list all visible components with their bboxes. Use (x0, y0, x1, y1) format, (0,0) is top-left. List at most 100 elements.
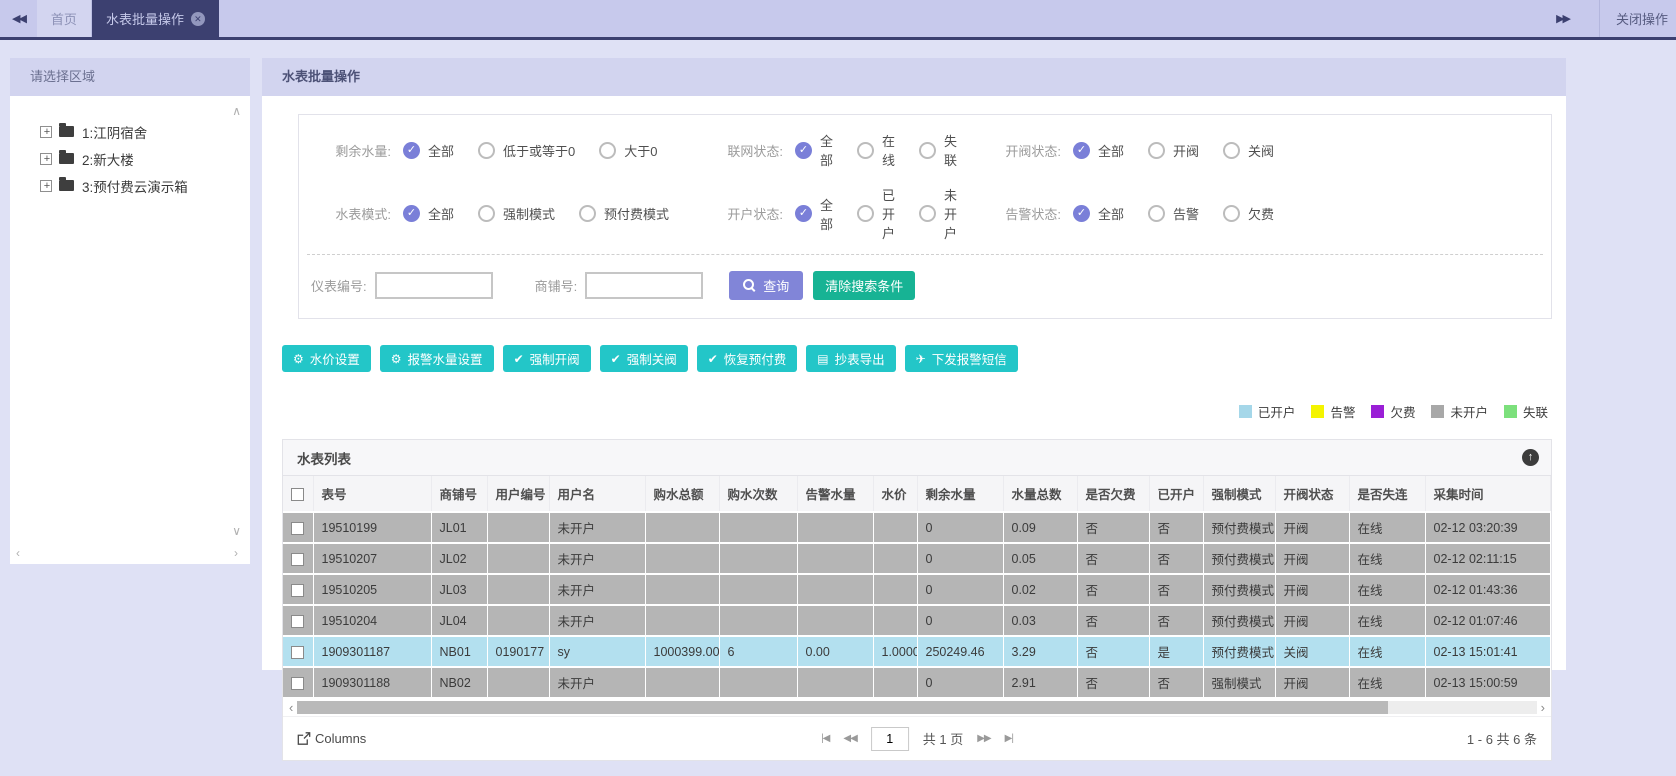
radio-option[interactable]: 全部 (403, 204, 454, 223)
radio-option[interactable]: 在线 (857, 131, 895, 169)
radio-option[interactable]: 全部 (403, 141, 454, 160)
previous-page-icon[interactable]: ◀◀ (843, 733, 856, 744)
radio-icon[interactable] (478, 142, 495, 159)
action-button[interactable]: 强制开阀 (503, 345, 591, 372)
radio-icon[interactable] (1148, 142, 1165, 159)
radio-icon[interactable] (579, 205, 596, 222)
scroll-tabs-left-icon[interactable]: ◀◀ (0, 12, 37, 25)
row-checkbox[interactable] (291, 677, 304, 690)
action-button[interactable]: 报警水量设置 (380, 345, 494, 372)
shop-no-input[interactable] (585, 272, 703, 299)
clear-search-button[interactable]: 清除搜索条件 (813, 271, 915, 300)
tab-home[interactable]: 首页 (37, 0, 92, 37)
action-button[interactable]: 恢复预付费 (697, 345, 798, 372)
column-header[interactable]: 水量总数 (1003, 476, 1077, 512)
next-page-icon[interactable]: ▶▶ (977, 733, 990, 744)
query-button[interactable]: 查询 (729, 271, 803, 300)
tree-scroll-down-icon[interactable]: ∨ (232, 524, 241, 538)
column-header[interactable]: 告警水量 (797, 476, 873, 512)
radio-icon[interactable] (1223, 205, 1240, 222)
radio-option[interactable]: 全部 (1073, 141, 1124, 160)
column-header[interactable]: 用户编号 (487, 476, 549, 512)
tree-scroll-right-icon[interactable]: › (234, 546, 238, 560)
columns-button[interactable]: Columns (297, 731, 366, 746)
hscroll-right-icon[interactable]: › (1537, 700, 1549, 715)
row-checkbox[interactable] (291, 646, 304, 659)
radio-option[interactable]: 告警 (1148, 204, 1199, 223)
radio-option[interactable]: 未开户 (919, 185, 957, 242)
radio-option[interactable]: 关阀 (1223, 141, 1274, 160)
radio-option[interactable]: 大于0 (599, 141, 657, 160)
radio-option[interactable]: 欠费 (1223, 204, 1274, 223)
action-button[interactable]: 水价设置 (282, 345, 371, 372)
tree-scroll-left-icon[interactable]: ‹ (16, 546, 20, 560)
meter-no-input[interactable] (375, 272, 493, 299)
hscroll-track[interactable] (297, 701, 1536, 714)
expand-icon[interactable] (40, 180, 52, 192)
table-row[interactable]: 19510207JL02未开户00.05否否预付费模式开阀在线02-12 02:… (283, 543, 1551, 574)
column-header[interactable]: 采集时间 (1425, 476, 1551, 512)
radio-icon[interactable] (857, 205, 874, 222)
column-header[interactable]: 是否欠费 (1077, 476, 1149, 512)
column-header[interactable]: 已开户 (1149, 476, 1203, 512)
select-all-checkbox[interactable] (291, 488, 304, 501)
column-header[interactable]: 剩余水量 (917, 476, 1003, 512)
action-button[interactable]: 下发报警短信 (905, 345, 1018, 372)
column-header[interactable]: 购水总额 (645, 476, 719, 512)
radio-option[interactable]: 开阀 (1148, 141, 1199, 160)
column-header[interactable]: 用户名 (549, 476, 645, 512)
column-header[interactable]: 强制模式 (1203, 476, 1275, 512)
table-row[interactable]: 19510199JL01未开户00.09否否预付费模式开阀在线02-12 03:… (283, 512, 1551, 543)
radio-option[interactable]: 全部 (795, 131, 833, 169)
tree-node[interactable]: 1:江阴宿舍 (40, 118, 250, 145)
radio-icon[interactable] (857, 142, 874, 159)
radio-option[interactable]: 已开户 (857, 185, 895, 242)
column-header[interactable]: 商铺号 (431, 476, 487, 512)
radio-option[interactable]: 全部 (1073, 204, 1124, 223)
radio-icon[interactable] (919, 142, 936, 159)
hscroll-left-icon[interactable]: ‹ (285, 700, 297, 715)
radio-icon[interactable] (599, 142, 616, 159)
radio-icon[interactable] (919, 205, 936, 222)
first-page-icon[interactable]: |◀ (821, 733, 829, 744)
table-row[interactable]: 1909301188NB02未开户02.91否否强制模式开阀在线02-13 15… (283, 667, 1551, 698)
column-header[interactable]: 是否失连 (1349, 476, 1425, 512)
tab-close-icon[interactable] (191, 12, 205, 26)
radio-option[interactable]: 低于或等于0 (478, 141, 575, 160)
hscroll-thumb[interactable] (297, 701, 1388, 714)
tab-meter-batch-operation[interactable]: 水表批量操作 (92, 0, 219, 37)
tree-scroll-up-icon[interactable]: ∧ (232, 104, 241, 118)
tree-node[interactable]: 3:预付费云演示箱 (40, 172, 250, 199)
radio-icon[interactable] (478, 205, 495, 222)
scroll-top-icon[interactable]: ↑ (1522, 449, 1539, 466)
radio-icon[interactable] (403, 205, 420, 222)
action-button[interactable]: 抄表导出 (806, 345, 895, 372)
radio-option[interactable]: 失联 (919, 131, 957, 169)
action-button[interactable]: 强制关阀 (600, 345, 688, 372)
scroll-tabs-right-icon[interactable]: ▶▶ (1526, 12, 1599, 25)
row-checkbox[interactable] (291, 553, 304, 566)
close-operations-menu[interactable]: 关闭操作 (1600, 9, 1676, 28)
radio-icon[interactable] (1073, 142, 1090, 159)
radio-icon[interactable] (795, 205, 812, 222)
page-number-input[interactable] (871, 727, 909, 751)
expand-icon[interactable] (40, 126, 52, 138)
tree-node[interactable]: 2:新大楼 (40, 145, 250, 172)
table-row[interactable]: 1909301187NB010190177sy1000399.0060.001.… (283, 636, 1551, 667)
radio-icon[interactable] (795, 142, 812, 159)
column-header[interactable]: 表号 (313, 476, 431, 512)
column-header[interactable]: 开阀状态 (1275, 476, 1349, 512)
row-checkbox[interactable] (291, 615, 304, 628)
row-checkbox[interactable] (291, 522, 304, 535)
radio-option[interactable]: 强制模式 (478, 204, 555, 223)
table-row[interactable]: 19510205JL03未开户00.02否否预付费模式开阀在线02-12 01:… (283, 574, 1551, 605)
table-row[interactable]: 19510204JL04未开户00.03否否预付费模式开阀在线02-12 01:… (283, 605, 1551, 636)
column-header[interactable]: 购水次数 (719, 476, 797, 512)
radio-icon[interactable] (403, 142, 420, 159)
column-header[interactable]: 水价 (873, 476, 917, 512)
radio-icon[interactable] (1223, 142, 1240, 159)
radio-icon[interactable] (1073, 205, 1090, 222)
row-checkbox[interactable] (291, 584, 304, 597)
radio-option[interactable]: 预付费模式 (579, 204, 669, 223)
radio-option[interactable]: 全部 (795, 195, 833, 233)
